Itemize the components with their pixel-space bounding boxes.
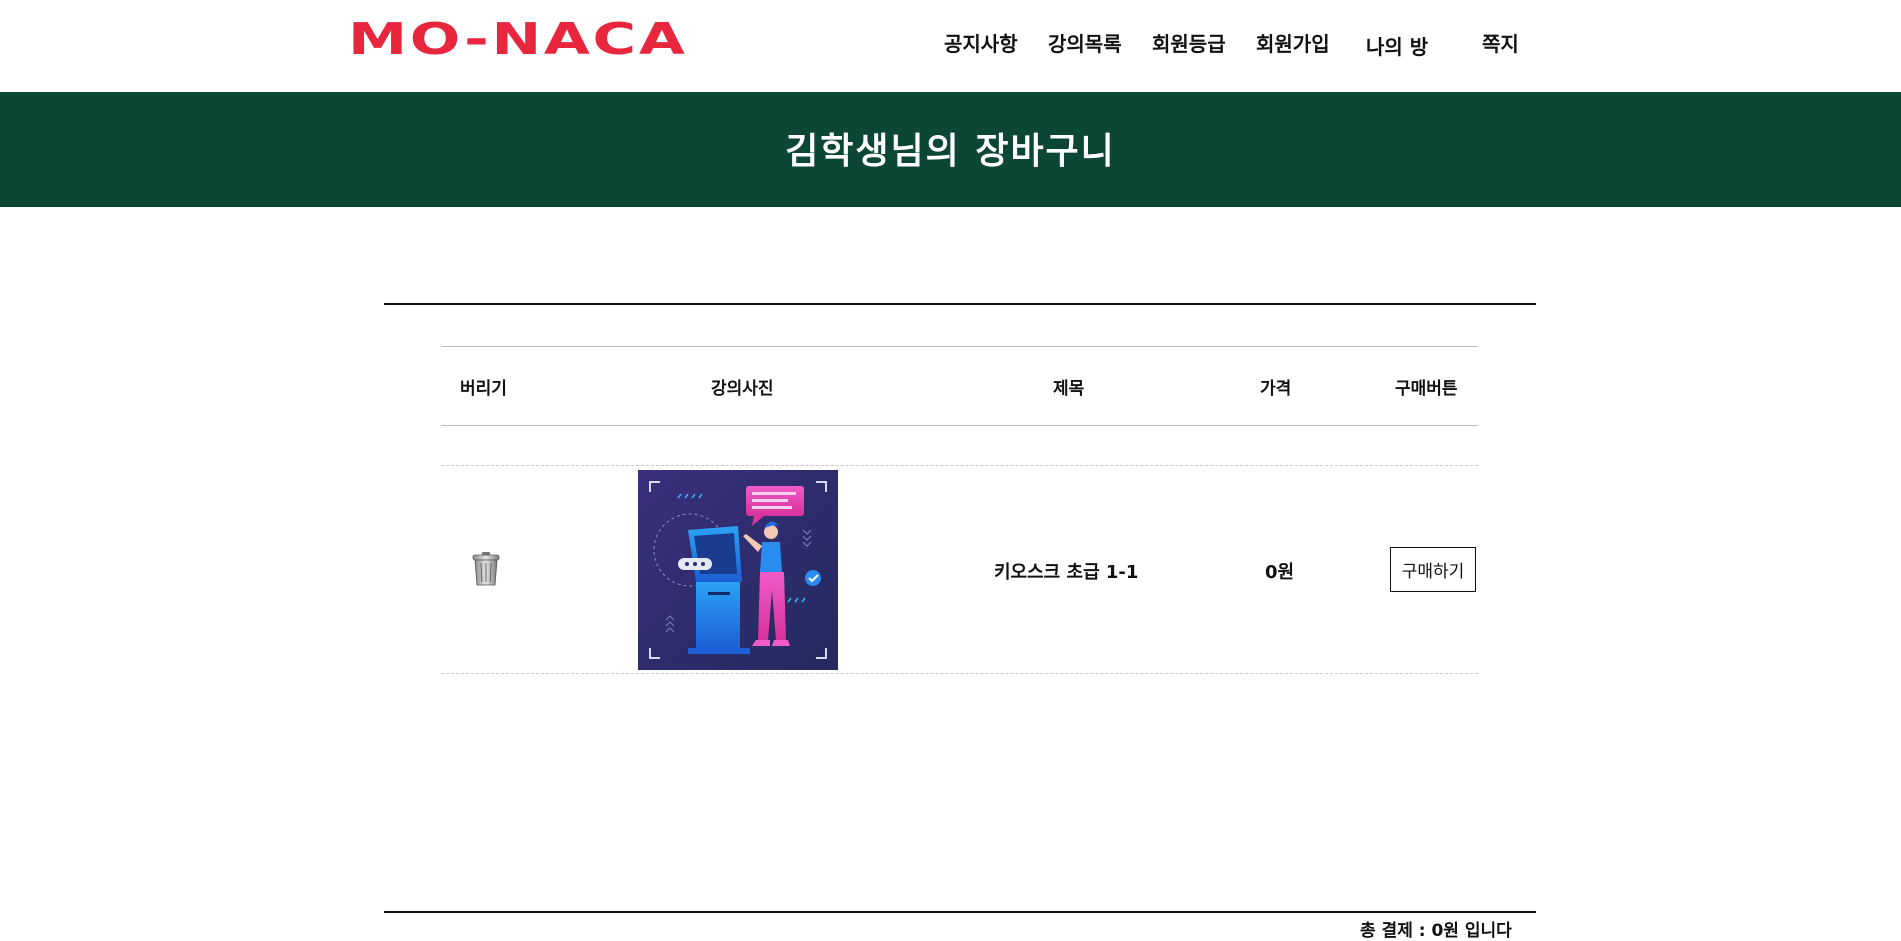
site-header: MO-NACA 공지사항 강의목록 회원등급 회원가입 나의 방 쪽지 [0, 0, 1901, 92]
course-price: 0원 [1265, 562, 1295, 583]
column-header-price: 가격 [1260, 379, 1292, 399]
page-title: 김학생님의 장바구니 [785, 131, 1116, 172]
column-header-title: 제목 [1053, 379, 1085, 399]
table-row-top-border [441, 465, 1478, 466]
nav-notice[interactable]: 공지사항 [944, 28, 1018, 57]
page-banner: 김학생님의 장바구니 [0, 92, 1901, 207]
buy-button[interactable]: 구매하기 [1390, 547, 1476, 592]
nav-courses[interactable]: 강의목록 [1048, 28, 1122, 57]
nav-signup[interactable]: 회원가입 [1256, 28, 1330, 57]
column-header-buy: 구매버튼 [1395, 379, 1458, 399]
nav-membership-grade[interactable]: 회원등급 [1152, 28, 1226, 57]
table-header-bottom-border [441, 425, 1478, 426]
column-header-image: 강의사진 [711, 379, 774, 399]
table-header-top-border [441, 346, 1478, 347]
trash-can-icon[interactable] [471, 551, 501, 587]
table-row-bottom-border [441, 673, 1478, 674]
course-title: 키오스크 초급 1-1 [994, 562, 1139, 583]
total-price-text: 총 결제 : 0원 입니다 [1360, 921, 1512, 941]
column-header-delete: 버리기 [460, 379, 507, 399]
cart-top-divider [384, 303, 1536, 305]
cart-bottom-divider [384, 911, 1536, 913]
site-logo[interactable]: MO-NACA [348, 12, 688, 68]
nav-messages[interactable]: 쪽지 [1482, 28, 1519, 57]
nav-my-room[interactable]: 나의 방 [1366, 31, 1428, 60]
kiosk-illustration [638, 470, 838, 670]
